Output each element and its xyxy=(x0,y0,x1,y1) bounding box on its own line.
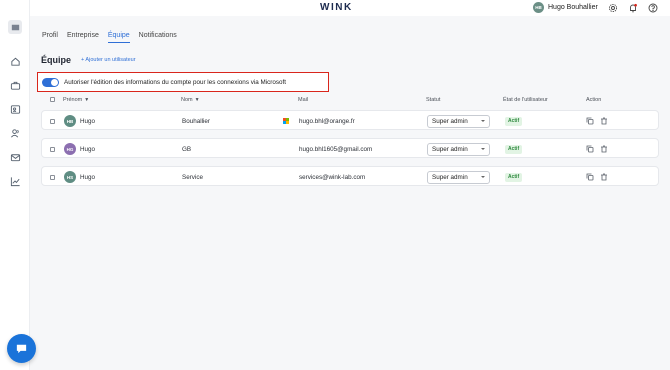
state-cell: Actif xyxy=(505,167,523,187)
briefcase-icon[interactable] xyxy=(8,78,22,92)
sidebar xyxy=(0,0,36,370)
microsoft-edit-setting: Autoriser l'édition des informations du … xyxy=(37,72,329,92)
avatar: HB xyxy=(533,2,544,13)
avatar: HG xyxy=(64,143,76,155)
header-firstname-label: Prénom xyxy=(63,97,83,103)
status-value: Super admin xyxy=(432,173,468,181)
sort-down-icon: ▼ xyxy=(194,97,200,103)
brand-logo[interactable]: WINK xyxy=(320,2,353,13)
page-title: Équipe xyxy=(41,55,72,65)
firstname: Hugo xyxy=(80,145,96,153)
sort-down-icon: ▼ xyxy=(84,97,90,103)
status-select[interactable]: Super admin xyxy=(427,114,490,128)
mail: services@wink-lab.com xyxy=(299,173,366,181)
header-firstname[interactable]: Prénom ▼ xyxy=(63,97,89,103)
microsoft-edit-toggle[interactable] xyxy=(42,77,59,87)
chart-icon[interactable] xyxy=(8,174,22,188)
select-all-checkbox[interactable] xyxy=(50,97,55,102)
tab-profil[interactable]: Profil xyxy=(42,32,58,43)
status-cell: Super admin xyxy=(427,139,490,159)
trash-cell xyxy=(600,139,608,159)
status-value: Super admin xyxy=(432,145,468,153)
lastname: GB xyxy=(182,145,192,153)
user-id-icon[interactable] xyxy=(8,102,22,116)
status-value: Super admin xyxy=(432,117,468,125)
user-name: Hugo Bouhallier xyxy=(548,4,598,11)
firstname: Hugo xyxy=(80,117,96,125)
copy-icon[interactable] xyxy=(586,117,594,125)
user-menu[interactable]: HB Hugo Bouhallier xyxy=(533,2,598,13)
trash-icon[interactable] xyxy=(600,173,608,181)
firstname-cell: HG Hugo xyxy=(64,139,95,159)
trash-cell xyxy=(600,167,608,187)
copy-icon[interactable] xyxy=(586,145,594,153)
copy-cell xyxy=(586,111,594,131)
header-lastname-label: Nom xyxy=(181,97,193,103)
row-select-cell xyxy=(50,139,55,159)
settings-tabs: Profil Entreprise Équipe Notifications xyxy=(42,32,177,43)
table-row[interactable]: HB Hugo Bouhallier hugo.bhl@orange.fr Su… xyxy=(41,110,659,130)
header-lastname[interactable]: Nom ▼ xyxy=(181,97,200,103)
tab-notifications[interactable]: Notifications xyxy=(139,32,177,43)
mail-icon[interactable] xyxy=(8,150,22,164)
chevron-down-icon xyxy=(481,176,485,178)
status-badge: Actif xyxy=(505,144,523,154)
top-bar: WINK HB Hugo Bouhallier xyxy=(30,0,670,16)
avatar: HB xyxy=(64,115,76,127)
status-badge: Actif xyxy=(505,172,523,182)
state-cell: Actif xyxy=(505,139,523,159)
status-select[interactable]: Super admin xyxy=(427,142,490,156)
trash-icon[interactable] xyxy=(600,145,608,153)
lastname: Bouhallier xyxy=(182,117,211,125)
gear-icon[interactable] xyxy=(608,3,618,13)
chevron-down-icon xyxy=(481,148,485,150)
status-cell: Super admin xyxy=(427,111,490,131)
status-cell: Super admin xyxy=(427,167,490,187)
bell-icon[interactable] xyxy=(628,3,638,13)
toggle-label: Autoriser l'édition des informations du … xyxy=(64,78,287,86)
app-logo-icon[interactable] xyxy=(8,20,22,34)
firstname: Hugo xyxy=(80,173,96,181)
add-user-button[interactable]: + Ajouter un utilisateur xyxy=(81,57,136,63)
table-row[interactable]: HS Hugo Service services@wink-lab.com Su… xyxy=(41,166,659,186)
mail: hugo.bhl@orange.fr xyxy=(299,117,355,125)
status-badge: Actif xyxy=(505,116,523,126)
avatar: HS xyxy=(64,171,76,183)
copy-cell xyxy=(586,139,594,159)
header-status: Statut xyxy=(426,97,441,103)
help-icon[interactable] xyxy=(648,3,658,13)
status-select[interactable]: Super admin xyxy=(427,170,490,184)
row-checkbox[interactable] xyxy=(50,174,55,180)
state-cell: Actif xyxy=(505,111,523,131)
trash-icon[interactable] xyxy=(600,117,608,125)
select-all-cell xyxy=(50,97,55,102)
home-icon[interactable] xyxy=(8,54,22,68)
trash-cell xyxy=(600,111,608,131)
users-icon[interactable] xyxy=(8,126,22,140)
row-checkbox[interactable] xyxy=(50,118,55,124)
row-select-cell xyxy=(50,111,55,131)
chat-icon[interactable] xyxy=(7,334,36,363)
firstname-cell: HS Hugo xyxy=(64,167,95,187)
mail: hugo.bhl1605@gmail.com xyxy=(299,145,373,153)
header-user-state: État de l'utilisateur xyxy=(503,97,548,103)
tab-entreprise[interactable]: Entreprise xyxy=(67,32,99,43)
microsoft-icon xyxy=(283,111,289,131)
header-mail: Mail xyxy=(298,97,309,103)
tab-equipe[interactable]: Équipe xyxy=(107,32,130,43)
copy-cell xyxy=(586,167,594,187)
header-action: Action xyxy=(586,97,602,103)
lastname: Service xyxy=(182,173,203,181)
copy-icon[interactable] xyxy=(586,173,594,181)
table-row[interactable]: HG Hugo GB hugo.bhl1605@gmail.com Super … xyxy=(41,138,659,158)
firstname-cell: HB Hugo xyxy=(64,111,95,131)
row-select-cell xyxy=(50,167,55,187)
row-checkbox[interactable] xyxy=(50,146,55,152)
chevron-down-icon xyxy=(481,120,485,122)
